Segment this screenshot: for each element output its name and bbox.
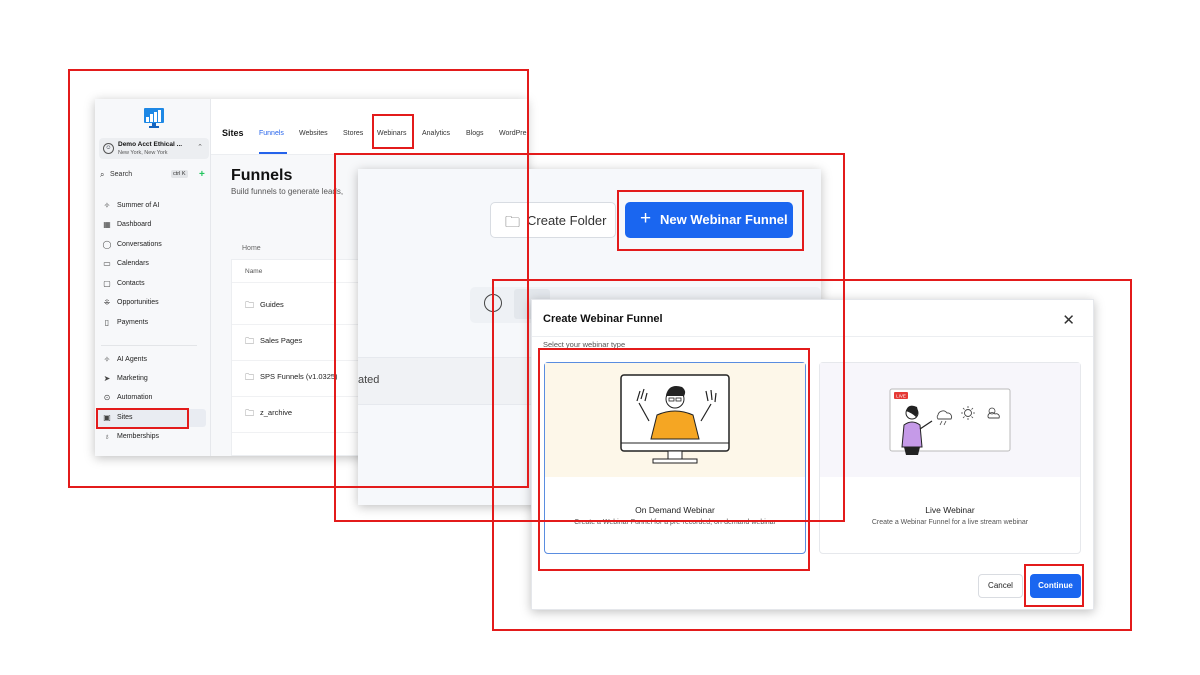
sidebar-item-dashboard[interactable]: ▦ Dashboard — [101, 220, 205, 232]
new-webinar-funnel-label: New Webinar Funnel — [660, 212, 788, 227]
tab-stores[interactable]: Stores — [343, 130, 363, 137]
sidebar-item-label: Memberships — [117, 433, 160, 440]
folder-icon: 🗀 — [245, 372, 255, 382]
option-title: On Demand Webinar — [635, 505, 715, 515]
sidebar-item-ai-agents[interactable]: ✧ AI Agents — [101, 355, 205, 367]
folder-icon: 🗀 — [245, 300, 255, 310]
live-webinar-option[interactable]: LIVE Live Webinar Create a Webinar Funne… — [819, 362, 1081, 554]
tab-analytics[interactable]: Analytics — [422, 130, 450, 137]
sidebar-item-sites[interactable]: ▣ Sites — [101, 413, 205, 425]
tab-webinars[interactable]: Webinars — [377, 130, 406, 137]
sparkle-icon: ✧ — [103, 201, 111, 210]
sidebar-item-label: Summer of AI — [117, 202, 160, 209]
chat-icon: ◯ — [102, 240, 112, 249]
sidebar-item-calendars[interactable]: ▭ Calendars — [101, 259, 205, 271]
search-label: Search — [110, 171, 133, 178]
on-demand-webinar-option[interactable]: On Demand Webinar Create a Webinar Funne… — [544, 362, 806, 554]
modal-divider — [532, 336, 1093, 337]
folder-name: Guides — [260, 300, 284, 309]
cancel-button[interactable]: Cancel — [978, 574, 1023, 598]
close-icon[interactable]: ✕ — [1062, 311, 1075, 329]
plus-icon: + — [640, 208, 652, 229]
column-header-name: Name — [245, 268, 263, 275]
row-text: ated — [358, 374, 380, 386]
live-badge: LIVE — [896, 394, 906, 399]
sidebar-item-summer-of-ai[interactable]: ✧ Summer of AI — [101, 201, 205, 213]
account-location: New York, New York — [118, 150, 168, 156]
search-icon: ⌕ — [100, 170, 105, 179]
account-name: Demo Acct Ethical ... — [118, 141, 183, 148]
sidebar-item-label: Dashboard — [117, 221, 152, 228]
send-icon: ➤ — [103, 374, 111, 383]
folder-name: Sales Pages — [260, 336, 303, 345]
grid-icon: ▦ — [103, 220, 111, 229]
sidebar-item-opportunities[interactable]: ⁜ Opportunities — [101, 298, 205, 310]
payments-icon: ▯ — [104, 318, 110, 327]
option-title: Live Webinar — [925, 505, 975, 515]
page-subtitle: Build funnels to generate leads, — [231, 187, 344, 196]
sidebar-item-label: Conversations — [117, 241, 162, 248]
quick-add-icon[interactable]: + — [199, 169, 205, 180]
sites-header: Sites Funnels Websites Stores Webinars A… — [211, 99, 527, 155]
account-switcher[interactable]: ☺ Demo Acct Ethical ... New York, New Yo… — [99, 138, 209, 159]
create-folder-button[interactable]: 🗀 Create Folder — [490, 202, 616, 238]
membership-icon: ♁ — [104, 432, 110, 441]
contacts-icon: ▢ — [103, 279, 111, 288]
tab-funnels[interactable]: Funnels — [259, 130, 284, 137]
sidebar: ☺ Demo Acct Ethical ... New York, New Yo… — [95, 99, 211, 456]
folder-name: z_archive — [260, 408, 293, 417]
section-title: Sites — [222, 128, 244, 138]
sidebar-item-contacts[interactable]: ▢ Contacts — [101, 279, 205, 291]
sidebar-item-memberships[interactable]: ♁ Memberships — [101, 432, 205, 444]
chevron-updown-icon: ⌃ — [197, 144, 203, 151]
info-icon[interactable]: ! — [484, 294, 502, 312]
company-logo-icon — [144, 108, 164, 128]
sidebar-item-label: Automation — [117, 394, 153, 401]
live-stream-presenter-icon: LIVE — [889, 388, 1011, 455]
on-demand-illustration — [545, 363, 805, 477]
option-description: Create a Webinar Funnel for a live strea… — [871, 519, 1029, 526]
sidebar-item-payments[interactable]: ▯ Payments — [101, 318, 205, 330]
create-webinar-funnel-modal: Create Webinar Funnel ✕ Select your webi… — [531, 299, 1094, 610]
modal-subtitle: Select your webinar type — [543, 340, 626, 349]
folder-plus-icon: 🗀 — [505, 214, 521, 231]
create-folder-label: Create Folder — [527, 213, 607, 228]
sidebar-item-label: Opportunities — [117, 299, 159, 306]
sidebar-item-conversations[interactable]: ◯ Conversations — [101, 240, 205, 252]
folder-name: SPS Funnels (v1.0325) — [260, 372, 338, 381]
sidebar-item-label: AI Agents — [117, 356, 147, 363]
sidebar-divider — [101, 345, 197, 346]
opportunities-icon: ⁜ — [103, 298, 111, 307]
sites-icon: ▣ — [103, 413, 111, 422]
search-shortcut: ctrl K — [171, 170, 188, 178]
live-illustration: LIVE — [820, 363, 1080, 477]
monitor-presenter-icon — [620, 374, 730, 464]
tab-wordpress[interactable]: WordPre — [499, 130, 527, 137]
user-icon: ☺ — [103, 143, 114, 154]
new-webinar-funnel-button[interactable]: + New Webinar Funnel — [625, 202, 793, 238]
sidebar-search[interactable]: ⌕ Search ctrl K + — [99, 169, 209, 182]
modal-title: Create Webinar Funnel — [543, 313, 663, 325]
option-description: Create a Webinar Funnel for a pre-record… — [574, 519, 776, 526]
automation-icon: ⊙ — [103, 393, 111, 402]
folder-icon: 🗀 — [245, 336, 255, 346]
continue-button[interactable]: Continue — [1030, 574, 1081, 598]
sparkle-icon: ✧ — [103, 355, 111, 364]
sidebar-item-label: Payments — [117, 319, 149, 326]
sidebar-item-marketing[interactable]: ➤ Marketing — [101, 374, 205, 386]
active-tab-indicator — [259, 152, 287, 154]
breadcrumb[interactable]: Home — [242, 245, 261, 252]
tutorial-collage: ☺ Demo Acct Ethical ... New York, New Yo… — [0, 0, 1200, 675]
page-title: Funnels — [231, 167, 293, 184]
sidebar-item-automation[interactable]: ⊙ Automation — [101, 393, 205, 405]
calendar-icon: ▭ — [103, 259, 111, 268]
sidebar-item-label: Sites — [117, 414, 133, 421]
sidebar-item-label: Calendars — [117, 260, 149, 267]
sidebar-item-label: Marketing — [117, 375, 148, 382]
folder-icon: 🗀 — [245, 408, 255, 418]
tab-blogs[interactable]: Blogs — [466, 130, 484, 137]
sidebar-item-label: Contacts — [117, 280, 145, 287]
tab-websites[interactable]: Websites — [299, 130, 328, 137]
